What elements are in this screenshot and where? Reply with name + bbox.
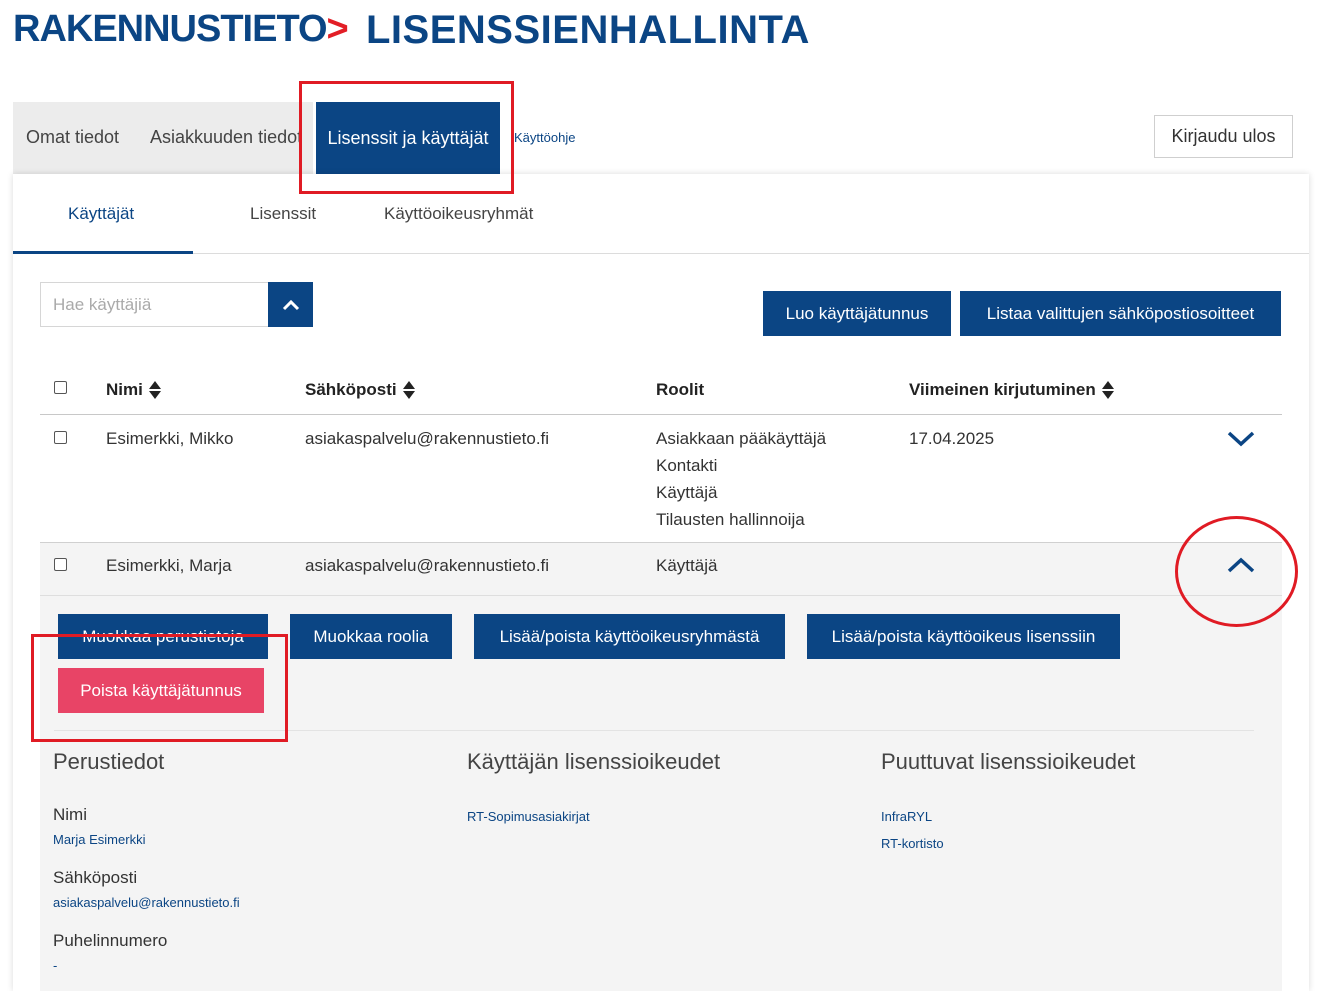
row-email: asiakaspalvelu@rakennustieto.fi — [305, 429, 550, 448]
missing-license-item[interactable]: InfraRYL — [881, 809, 932, 824]
chevron-up-icon — [282, 299, 299, 310]
column-header-roles: Roolit — [656, 380, 704, 400]
license-access-button[interactable]: Lisää/poista käyttöoikeus lisenssiin — [807, 614, 1120, 659]
select-all-checkbox[interactable] — [54, 381, 67, 394]
row-email: asiakaspalvelu@rakennustieto.fi — [305, 556, 550, 575]
rakennustieto-logo: RAKENNUSTIETO> — [13, 8, 349, 51]
table-header-divider — [40, 414, 1282, 415]
nav-item-asiakkuuden-tiedot[interactable]: Asiakkuuden tiedot — [150, 127, 300, 148]
role-item: Kontakti — [656, 456, 718, 475]
nav-item-omat-tiedot[interactable]: Omat tiedot — [26, 127, 119, 148]
row-checkbox[interactable] — [54, 558, 67, 571]
missing-license-item[interactable]: RT-kortisto — [881, 836, 944, 851]
phone-label: Puhelinnumero — [53, 931, 168, 950]
column-header-email[interactable]: Sähköposti — [305, 380, 415, 400]
tab-lisenssit[interactable]: Lisenssit — [250, 204, 316, 224]
chevron-down-icon — [1227, 431, 1255, 447]
user-license-item[interactable]: RT-Sopimusasiakirjat — [467, 809, 590, 824]
role-item: Tilausten hallinnoija — [656, 510, 805, 529]
row-divider — [40, 595, 1282, 596]
role-item: Asiakkaan pääkäyttäjä — [656, 429, 827, 448]
row-name: Esimerkki, Marja — [106, 556, 232, 575]
group-access-button[interactable]: Lisää/poista käyttöoikeusryhmästä — [474, 614, 785, 659]
logo-chevron-icon: > — [326, 8, 349, 50]
column-header-email-label: Sähköposti — [305, 380, 397, 399]
name-label: Nimi — [53, 805, 87, 824]
sort-icon — [148, 380, 161, 400]
role-item: Käyttäjä — [656, 483, 718, 502]
column-header-name-label: Nimi — [106, 380, 143, 399]
active-tab-indicator — [13, 251, 193, 254]
logo-text: RAKENNUSTIETO — [13, 8, 328, 50]
row-roles: Käyttäjä — [656, 556, 718, 575]
missing-licenses-title: Puuttuvat lisenssioikeudet — [881, 749, 1136, 774]
create-user-button[interactable]: Luo käyttäjätunnus — [763, 291, 951, 336]
row-name: Esimerkki, Mikko — [106, 429, 234, 448]
column-header-roles-label: Roolit — [656, 380, 705, 399]
edit-role-button[interactable]: Muokkaa roolia — [290, 614, 452, 659]
help-link[interactable]: Käyttöohje — [514, 130, 575, 145]
tab-divider — [193, 253, 1309, 254]
column-header-last-login[interactable]: Viimeinen kirjutuminen — [909, 380, 1114, 400]
logout-button[interactable]: Kirjaudu ulos — [1154, 115, 1293, 158]
expand-row-button[interactable] — [1225, 428, 1257, 450]
column-header-last-login-label: Viimeinen kirjutuminen — [909, 380, 1096, 399]
annotation-box — [31, 634, 288, 742]
annotation-box — [299, 81, 514, 194]
user-licenses-title: Käyttäjän lisenssioikeudet — [467, 749, 721, 774]
phone-value: - — [53, 958, 58, 973]
tab-kayttooikeusryhmat[interactable]: Käyttöoikeusryhmät — [384, 204, 533, 224]
column-header-name[interactable]: Nimi — [106, 380, 161, 400]
list-emails-button[interactable]: Listaa valittujen sähköpostiosoitteet — [960, 291, 1281, 336]
search-input[interactable] — [40, 282, 269, 327]
email-value: asiakaspalvelu@rakennustieto.fi — [53, 895, 240, 910]
sort-icon — [1101, 380, 1114, 400]
row-last-login: 17.04.2025 — [909, 429, 995, 448]
tab-kayttajat[interactable]: Käyttäjät — [68, 204, 134, 224]
row-checkbox[interactable] — [54, 431, 67, 444]
row-roles: Asiakkaan pääkäyttäjä Kontakti Käyttäjä … — [656, 425, 826, 533]
sort-icon — [402, 380, 415, 400]
basic-info-title: Perustiedot — [53, 749, 165, 774]
email-label: Sähköposti — [53, 868, 138, 887]
name-value: Marja Esimerkki — [53, 832, 146, 847]
annotation-circle — [1175, 516, 1298, 627]
search-toggle-button[interactable] — [268, 282, 313, 327]
app-title: LISENSSIENHALLINTA — [366, 8, 810, 52]
